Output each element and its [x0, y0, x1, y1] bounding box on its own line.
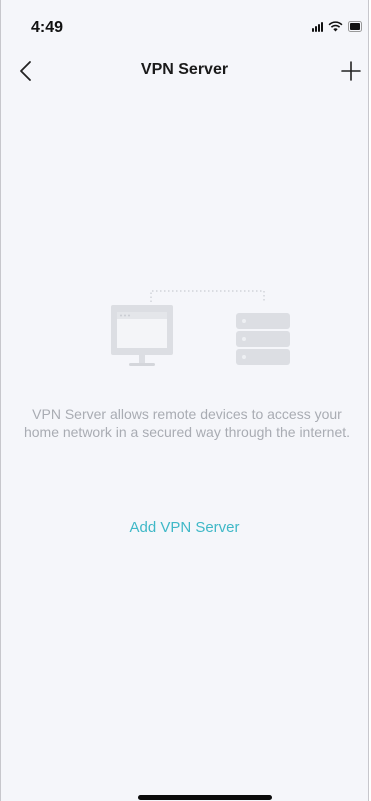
add-vpn-server-link[interactable]: Add VPN Server [1, 519, 368, 536]
status-bar: 4:49 [1, 0, 368, 50]
monitor-icon [111, 305, 173, 366]
empty-state-description: VPN Server allows remote devices to acce… [23, 406, 351, 440]
signal-icon [312, 21, 323, 32]
phone-screen: 4:49 VPN Server VPN Server allows remote… [0, 0, 369, 801]
wifi-icon [328, 21, 343, 32]
home-indicator [138, 795, 272, 800]
plus-icon [341, 61, 361, 81]
status-icons [312, 21, 362, 32]
vpn-illustration [111, 285, 296, 377]
server-rack-icon [236, 313, 290, 365]
add-button[interactable] [336, 56, 366, 86]
page-title: VPN Server [140, 61, 229, 78]
status-time: 4:49 [31, 19, 64, 36]
nav-bar: VPN Server [1, 52, 368, 92]
battery-icon [348, 21, 362, 32]
